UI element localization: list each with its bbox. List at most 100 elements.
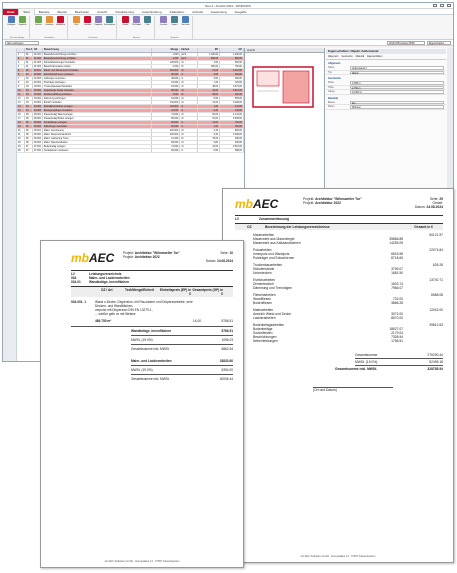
mbaec-logo: mb AEC — [71, 251, 114, 265]
ribbon-button[interactable]: Verschieben — [104, 16, 115, 26]
column-header[interactable]: OZ — [33, 48, 43, 52]
ribbon-tab[interactable]: Bearbeiten — [71, 9, 94, 15]
property-row: Typ Wand — [326, 70, 446, 75]
table-cell: 3 — [17, 61, 25, 64]
maximize-button[interactable] — [440, 4, 444, 7]
column-header[interactable]: Pos.Nr — [25, 48, 33, 52]
table-row[interactable]: 25 07 07.002 Sockelleisten montieren 92,000 m… — [17, 149, 244, 153]
table-cell: m² — [180, 101, 199, 104]
filter-select[interactable]: Alle Leistungen — [5, 40, 39, 45]
property-value-field[interactable]: Wohnen — [350, 105, 444, 109]
table-cell: 19 — [17, 125, 25, 128]
title-name: Wandbeläge, Innenflächen — [89, 280, 130, 284]
position-total-price: 5766.51 — [221, 319, 233, 323]
ribbon-button-label: Export — [171, 24, 178, 26]
minimize-button[interactable] — [433, 4, 437, 7]
ribbon-button[interactable]: Markieren — [56, 16, 65, 26]
ribbon-tab[interactable]: Kalkulation — [166, 9, 189, 15]
table-cell: 74,000 — [152, 145, 181, 148]
table-cell: 13 — [17, 101, 25, 104]
table-cell: 02 — [25, 73, 33, 76]
property-value-field[interactable]: Außenwand 1 — [350, 66, 444, 70]
table-cell: 2.268,00 — [220, 133, 244, 136]
column-header[interactable]: Bezeichnung — [43, 48, 153, 52]
table-cell: 456,00 — [220, 77, 244, 80]
col-text: Text/Menge/Einheit — [125, 288, 154, 292]
ribbon-button[interactable]: Plan — [143, 16, 152, 26]
table-cell: m — [180, 105, 199, 108]
project-select[interactable]: 20143 DB Ausbau HHW — [387, 40, 425, 45]
ribbon-button-label: Einfügen — [7, 24, 16, 26]
column-header[interactable]: Menge — [152, 48, 181, 52]
properties-tab[interactable]: Geometrie — [342, 55, 353, 58]
plan-view-panel[interactable]: Ansicht — [245, 48, 324, 205]
column-header[interactable]: EP — [198, 48, 221, 52]
ribbon-tab[interactable]: Ausschreibung — [138, 9, 166, 15]
ribbon-group: Suchen Ersetzen Markieren Bearbeiten — [32, 16, 68, 39]
ribbon-button[interactable]: Suchen — [34, 16, 43, 26]
gross-value: 6862.54 — [221, 347, 233, 351]
property-value-field[interactable]: Wand — [350, 70, 444, 74]
summary-group: Malerarbeiten 12042.00 Anstrich Wand und D… — [235, 308, 443, 320]
table-cell: 02.001 — [33, 69, 43, 72]
properties-tab[interactable]: Material — [356, 55, 365, 58]
table-cell: St — [180, 65, 199, 68]
property-key: Name — [328, 66, 335, 70]
ribbon-tab[interactable]: Aufmaß — [188, 9, 207, 15]
ribbon-tab[interactable]: Bauteil — [54, 9, 71, 15]
col-unit-price: Einheitspreis (EP) in € — [160, 288, 191, 296]
column-header[interactable]: Einheit — [180, 48, 199, 52]
property-value-field[interactable]: 2,750 m — [350, 85, 444, 89]
ribbon-button-icon — [19, 16, 26, 23]
ribbon-group: Raster 3D-Modell Plan Ansicht — [119, 16, 155, 39]
ribbon-tab[interactable]: Auswertung — [207, 9, 231, 15]
properties-toggle[interactable]: Eigenschaften — [427, 40, 451, 45]
properties-tab[interactable]: Allgemein — [328, 55, 339, 58]
ribbon-button[interactable]: Neu — [72, 16, 81, 26]
ribbon-button[interactable]: Einfügen — [7, 16, 16, 26]
title-number: 034.01 — [71, 280, 81, 284]
ribbon-tab[interactable]: Bauteile — [35, 9, 54, 15]
ribbon-tab[interactable]: Datei — [3, 8, 19, 15]
ribbon-button-icon — [160, 16, 167, 23]
property-value-field[interactable]: 12,500 m — [350, 90, 444, 94]
table-cell: 07.001 — [33, 145, 43, 148]
ribbon-group-label: Bearbeiten — [44, 37, 55, 39]
ribbon-button[interactable]: Vorschau — [181, 16, 190, 26]
property-value-field[interactable]: EG — [350, 100, 444, 104]
table-cell: 04 — [25, 101, 33, 104]
ribbon-group: Neu Löschen Kopieren Verschieben Positionen — [70, 16, 117, 39]
table-cell: 129,60 — [220, 81, 244, 84]
ribbon-tab[interactable]: Ausgabe — [231, 9, 251, 15]
table-cell: m² — [180, 69, 199, 72]
ribbon-button[interactable]: Raster — [121, 16, 130, 26]
column-header[interactable]: GP — [220, 48, 244, 52]
properties-tab[interactable]: Eigenschaften — [367, 55, 382, 58]
ribbon-button[interactable]: Kopieren — [18, 16, 27, 26]
table-cell: m² — [180, 113, 199, 116]
ribbon-button[interactable]: Ersetzen — [45, 16, 54, 26]
close-button[interactable] — [447, 4, 451, 7]
table-cell: 05.001 — [33, 113, 43, 116]
ribbon-button-label: Drucken — [159, 24, 168, 26]
subtotal-value: 5766.51 — [221, 329, 233, 333]
summary-group-total: 39812.63 — [429, 323, 443, 327]
table-cell: 07 — [25, 149, 33, 152]
ribbon-button[interactable]: Export — [170, 16, 179, 26]
ribbon-button[interactable]: Löschen — [83, 16, 92, 26]
column-header[interactable] — [17, 48, 25, 52]
property-value-field[interactable]: 0,365 m — [350, 81, 444, 85]
ribbon-tab[interactable]: Start — [18, 8, 35, 15]
table-cell: 6,50 — [198, 149, 221, 152]
ribbon-tab[interactable]: Ansicht — [93, 9, 111, 15]
table-cell: 86,000 — [152, 89, 181, 92]
ribbon-tab[interactable]: Visualisierung — [111, 9, 138, 15]
project-label: Projekt: — [303, 201, 315, 205]
table-cell: 352,80 — [220, 125, 244, 128]
ribbon-button[interactable]: 3D-Modell — [132, 16, 141, 26]
table-cell: Maler: Grundierung — [43, 129, 153, 132]
ribbon-button[interactable]: Kopieren — [94, 16, 103, 26]
ribbon-button[interactable]: Drucken — [159, 16, 168, 26]
table-cell: 1 — [17, 53, 25, 56]
table-cell: Fliesenbelag Wand verlegen — [43, 113, 153, 116]
